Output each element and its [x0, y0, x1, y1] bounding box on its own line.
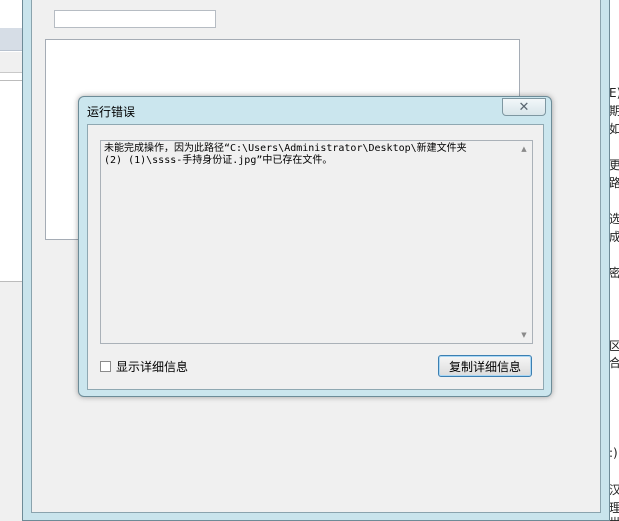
- right-edge-text: E): [610, 86, 619, 100]
- right-edge-text: 期: [610, 104, 619, 118]
- error-message-line: 未能完成操作，因为此路径“C:\Users\Administrator\Desk…: [104, 143, 467, 154]
- right-edge-text: 汉: [610, 483, 619, 497]
- dialog-body: 未能完成操作，因为此路径“C:\Users\Administrator\Desk…: [87, 124, 544, 390]
- right-edge-text: 成: [610, 230, 619, 244]
- right-edge-text: :): [610, 446, 618, 460]
- right-edge-text: 如: [610, 122, 619, 136]
- scroll-down-arrow-icon[interactable]: ▼: [516, 327, 532, 343]
- copy-details-button[interactable]: 复制详细信息: [438, 355, 532, 377]
- show-details-checkbox-row[interactable]: 显示详细信息: [100, 358, 188, 375]
- close-button[interactable]: ✕: [502, 98, 546, 116]
- right-edge-text: 密: [610, 266, 619, 280]
- right-edge-text: 选: [610, 212, 619, 226]
- show-details-checkbox[interactable]: [100, 361, 111, 372]
- background-footer-pane: [0, 282, 24, 521]
- error-message: 未能完成操作，因为此路径“C:\Users\Administrator\Desk…: [104, 143, 504, 167]
- right-edge-text: 更: [610, 158, 619, 172]
- right-edge-text: 区: [610, 339, 619, 353]
- right-edge-text: 路: [610, 176, 619, 190]
- close-icon: ✕: [518, 99, 530, 115]
- vertical-scrollbar[interactable]: ▲ ▼: [516, 141, 532, 343]
- background-toolbar: [0, 28, 24, 51]
- show-details-label: 显示详细信息: [116, 360, 189, 374]
- right-edge-text: 合: [610, 356, 619, 370]
- dialog-title: 运行错误: [87, 105, 136, 119]
- error-dialog: 运行错误 ✕ 未能完成操作，因为此路径“C:\Users\Administrat…: [78, 96, 552, 397]
- error-message-textarea[interactable]: 未能完成操作，因为此路径“C:\Users\Administrator\Desk…: [100, 140, 533, 344]
- background-right-text-column: E) 期 如 更 路 选 成 密 区 合 :) 汉 理 世: [610, 0, 619, 521]
- background-tab-strip: [0, 52, 24, 73]
- parent-text-input[interactable]: [54, 10, 216, 28]
- error-message-line: (2) (1)\ssss-手持身份证.jpg”中已存在文件。: [104, 155, 333, 166]
- background-content-pane: [0, 80, 24, 282]
- right-edge-text: 世: [610, 514, 619, 521]
- scroll-up-arrow-icon[interactable]: ▲: [516, 141, 532, 157]
